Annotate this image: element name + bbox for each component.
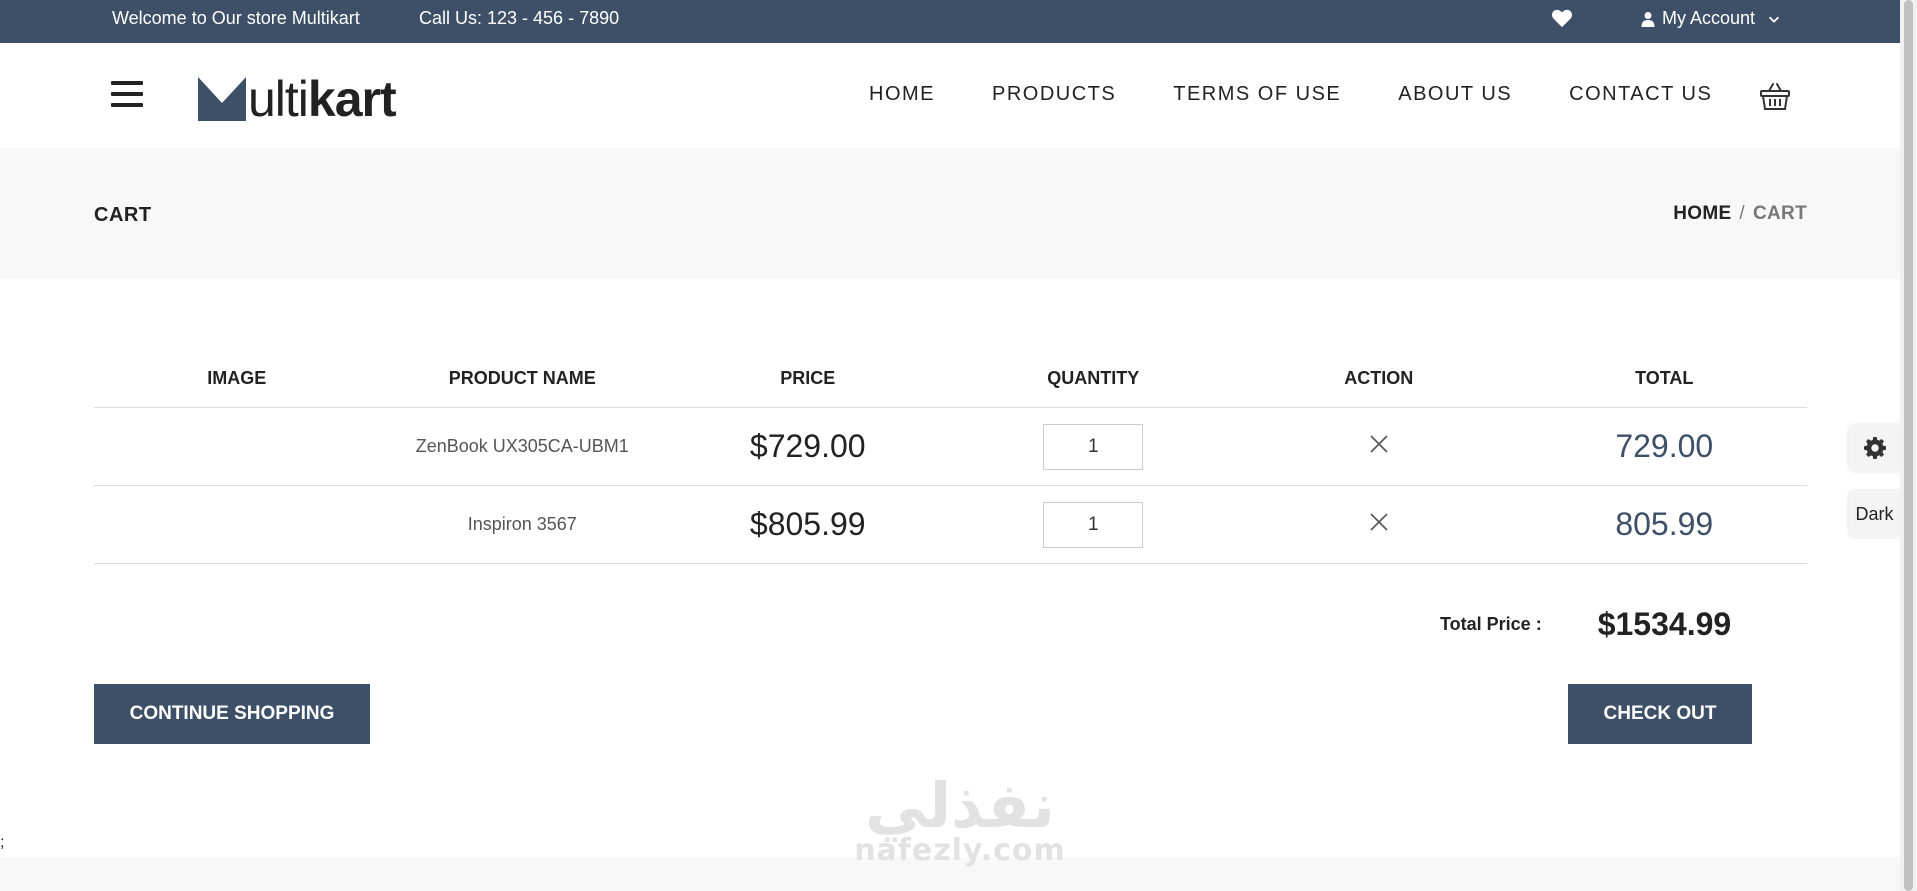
- header-action: ACTION: [1344, 368, 1414, 388]
- quantity-cell: [951, 423, 1237, 470]
- close-icon[interactable]: [1370, 513, 1388, 531]
- row-total: 729.00: [1615, 428, 1714, 464]
- nav-contact-us[interactable]: CONTACT US: [1569, 83, 1712, 106]
- cart-table: IMAGE PRODUCT NAME PRICE QUANTITY ACTION…: [94, 350, 1807, 564]
- table-row: ZenBook UX305CA-UBM1 $729.00 729.00: [94, 408, 1807, 486]
- row-total: 805.99: [1615, 506, 1714, 542]
- table-row: Inspiron 3567 $805.99 805.99: [94, 486, 1807, 564]
- basket-icon[interactable]: [1759, 80, 1791, 112]
- heart-icon[interactable]: [1551, 8, 1573, 28]
- total-price-summary: Total Price : $1534.99: [1440, 606, 1731, 643]
- header-product-name: PRODUCT NAME: [448, 368, 596, 388]
- quantity-input[interactable]: [1043, 501, 1144, 548]
- header-image: IMAGE: [207, 368, 267, 388]
- main-header: ultikart HOME PRODUCTS TERMS OF USE ABOU…: [0, 43, 1900, 148]
- call-us-text: Call Us: 123 - 456 - 7890: [419, 8, 620, 28]
- page-title: CART: [94, 204, 152, 226]
- scrollbar-thumb[interactable]: [1904, 0, 1913, 891]
- stray-text: ;: [0, 834, 5, 851]
- total-price-value: $1534.99: [1597, 606, 1732, 642]
- dark-mode-toggle[interactable]: Dark: [1849, 491, 1900, 537]
- breadcrumb-separator: /: [1739, 203, 1746, 224]
- breadcrumb-home[interactable]: HOME: [1673, 203, 1731, 224]
- main-nav: HOME PRODUCTS TERMS OF USE ABOUT US CONT…: [869, 83, 1712, 106]
- breadcrumb-section: CART HOME / CART: [0, 148, 1900, 279]
- chevron-down-icon: [1769, 16, 1780, 23]
- nav-about-us[interactable]: ABOUT US: [1398, 83, 1512, 106]
- header-price: PRICE: [780, 368, 836, 388]
- breadcrumb: HOME / CART: [1673, 203, 1807, 225]
- close-icon[interactable]: [1370, 435, 1388, 453]
- hamburger-icon[interactable]: [111, 81, 143, 107]
- top-bar: Welcome to Our store Multikart Call Us: …: [0, 0, 1900, 43]
- welcome-text: Welcome to Our store Multikart: [112, 8, 360, 28]
- total-price-label: Total Price :: [1440, 614, 1542, 634]
- user-icon: [1641, 11, 1655, 27]
- product-price: $805.99: [749, 506, 866, 542]
- page: Welcome to Our store Multikart Call Us: …: [0, 0, 1917, 891]
- nav-products[interactable]: PRODUCTS: [992, 83, 1116, 106]
- quantity-cell: [951, 501, 1237, 548]
- site-logo[interactable]: ultikart: [198, 71, 397, 127]
- my-account-menu[interactable]: My Account: [1640, 8, 1781, 29]
- quantity-input[interactable]: [1043, 423, 1144, 470]
- my-account-label: My Account: [1662, 8, 1756, 28]
- header-total: TOTAL: [1635, 368, 1694, 388]
- nav-terms-of-use[interactable]: TERMS OF USE: [1173, 83, 1341, 106]
- check-out-button[interactable]: CHECK OUT: [1568, 684, 1752, 744]
- continue-shopping-button[interactable]: CONTINUE SHOPPING: [94, 684, 370, 744]
- logo-mark: [198, 77, 246, 121]
- scrollbar[interactable]: [1900, 0, 1917, 891]
- watermark-arabic: نفذلي: [865, 769, 1055, 842]
- product-name[interactable]: Inspiron 3567: [380, 514, 666, 535]
- header-quantity: QUANTITY: [1047, 368, 1140, 388]
- watermark-latin: nafezly.com: [854, 833, 1066, 868]
- product-price: $729.00: [749, 428, 866, 464]
- action-cell: [1236, 435, 1522, 458]
- table-header: IMAGE PRODUCT NAME PRICE QUANTITY ACTION…: [94, 350, 1807, 408]
- watermark: نفذلي nafezly.com: [850, 769, 1070, 868]
- product-name[interactable]: ZenBook UX305CA-UBM1: [380, 436, 666, 457]
- nav-home[interactable]: HOME: [869, 83, 935, 106]
- logo-text: ultikart: [248, 71, 397, 127]
- action-cell: [1236, 513, 1522, 536]
- breadcrumb-current: CART: [1753, 203, 1807, 224]
- gear-icon: [1863, 437, 1886, 459]
- settings-toggle[interactable]: [1849, 425, 1900, 471]
